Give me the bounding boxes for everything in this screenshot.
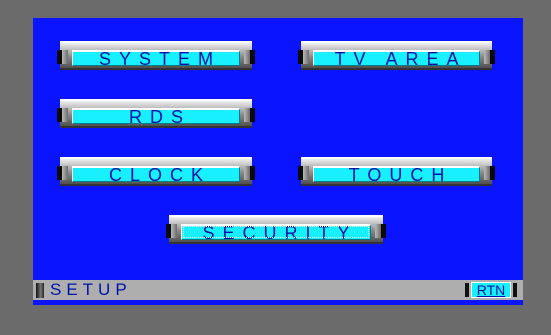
status-bar-title: SETUP bbox=[50, 280, 132, 299]
return-button-label: RTN bbox=[471, 282, 511, 298]
button-left-cap bbox=[62, 50, 68, 64]
button-left-cap bbox=[171, 224, 177, 238]
button-right-cap bbox=[484, 166, 490, 180]
system-button[interactable]: SYSTEM bbox=[57, 41, 255, 70]
clock-button-label: CLOCK bbox=[72, 166, 240, 184]
security-button-label: SECURITY bbox=[181, 224, 371, 242]
button-left-cap bbox=[62, 108, 68, 122]
tv-area-button[interactable]: TV AREA bbox=[298, 41, 495, 70]
button-left-cap bbox=[62, 166, 68, 180]
status-bar-notch bbox=[36, 283, 44, 298]
button-right-cap bbox=[375, 224, 381, 238]
rds-button-label: RDS bbox=[72, 108, 240, 126]
button-right-cap bbox=[484, 50, 490, 64]
tv-area-button-label: TV AREA bbox=[313, 50, 480, 68]
button-left-cap bbox=[303, 166, 309, 180]
system-button-label: SYSTEM bbox=[72, 50, 240, 68]
clock-button[interactable]: CLOCK bbox=[57, 157, 255, 186]
return-button[interactable]: RTN bbox=[465, 281, 517, 299]
button-right-cap bbox=[244, 108, 250, 122]
touch-button-label: TOUCH bbox=[313, 166, 480, 184]
rds-button[interactable]: RDS bbox=[57, 99, 255, 128]
security-button[interactable]: SECURITY bbox=[166, 215, 386, 244]
button-right-cap bbox=[244, 50, 250, 64]
button-left-cap bbox=[303, 50, 309, 64]
touch-button[interactable]: TOUCH bbox=[298, 157, 495, 186]
button-right-cap bbox=[244, 166, 250, 180]
status-bar: SETUP RTN bbox=[33, 280, 523, 300]
